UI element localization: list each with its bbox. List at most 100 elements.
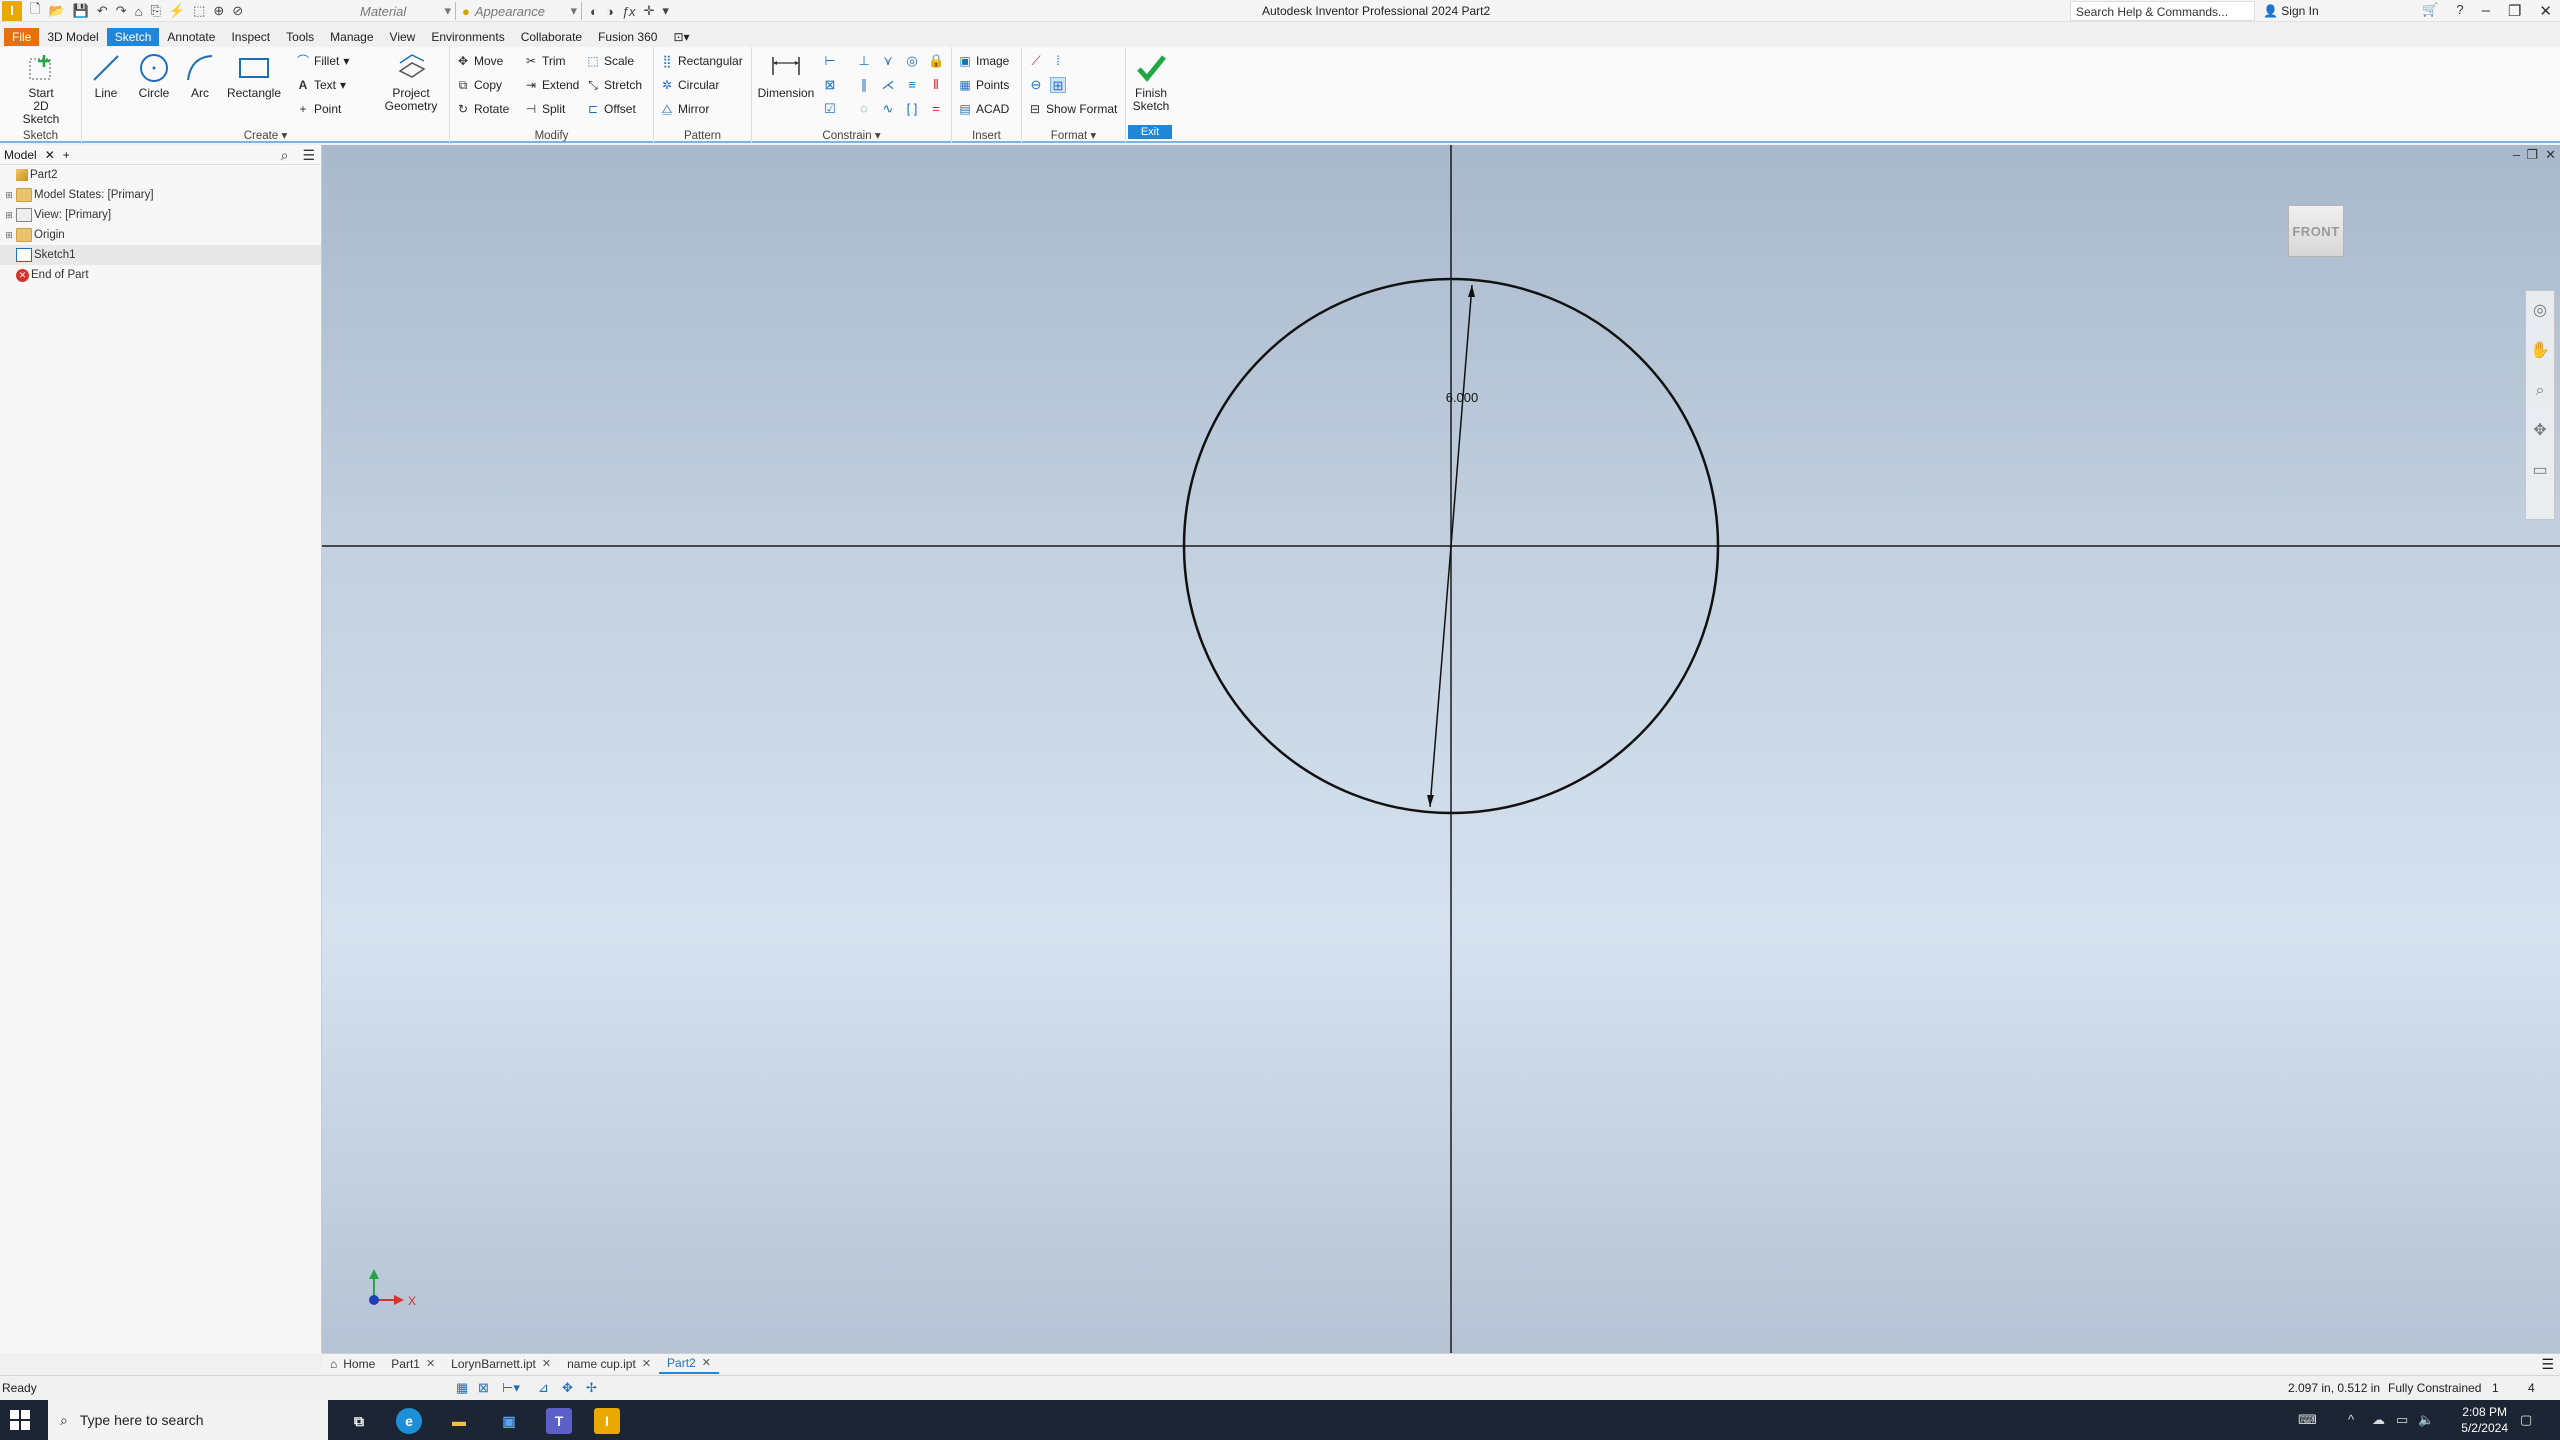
vertical-icon[interactable]: ⦀: [928, 77, 944, 93]
help-search-input[interactable]: Search Help & Commands...: [2070, 1, 2255, 21]
equal-icon[interactable]: =: [928, 101, 944, 117]
close-view-icon[interactable]: ✕: [2545, 147, 2556, 163]
tab-view[interactable]: View: [382, 28, 424, 46]
sketch-grid-icon[interactable]: ▦: [456, 1380, 468, 1396]
point-button[interactable]: + Point: [296, 100, 341, 118]
inventor-logo[interactable]: I: [2, 1, 22, 21]
dimension-button[interactable]: Dimension: [756, 51, 816, 100]
windows-start-icon[interactable]: [8, 1408, 32, 1432]
select-icon[interactable]: ⬚: [193, 3, 205, 19]
driven-dimension-icon[interactable]: ⊞: [1050, 77, 1066, 93]
expand-icon[interactable]: ⊞: [4, 230, 14, 241]
stretch-button[interactable]: ⤡ Stretch: [586, 76, 642, 94]
graphics-window[interactable]: 6.000 X – ❐ ✕ FRONT ◎ ✋ ⌕ ✥ ▭: [322, 145, 2560, 1353]
save-icon[interactable]: 💾: [73, 3, 89, 19]
viewcube[interactable]: FRONT: [2288, 205, 2344, 257]
adjust-icon[interactable]: ◑: [606, 4, 614, 19]
symmetric-icon[interactable]: [ ]: [904, 101, 920, 117]
concentric-icon[interactable]: ◎: [904, 53, 920, 69]
circular-pattern-button[interactable]: ✲ Circular: [660, 76, 719, 94]
doc-tab-lorynbarnett[interactable]: LorynBarnett.ipt ✕: [443, 1354, 559, 1374]
tab-manage[interactable]: Manage: [322, 28, 381, 46]
notifications-icon[interactable]: ▢: [2520, 1412, 2532, 1428]
close-icon[interactable]: ✕: [702, 1356, 711, 1369]
group-label-constrain[interactable]: Constrain ▾: [752, 129, 951, 143]
tab-annotate[interactable]: Annotate: [159, 28, 223, 46]
relax-mode-icon[interactable]: ✥: [562, 1380, 573, 1396]
close-icon[interactable]: ✕: [45, 148, 55, 162]
tab-model[interactable]: Model ✕: [0, 148, 59, 162]
zoom-icon[interactable]: ⊕: [213, 3, 224, 19]
rectangle-button[interactable]: Rectangle: [224, 51, 284, 100]
pan-icon[interactable]: ✋: [2526, 331, 2554, 371]
acad-button[interactable]: ▤ ACAD: [958, 100, 1009, 118]
collinear-icon[interactable]: ⋌: [880, 77, 896, 93]
doc-tab-part2[interactable]: Part2 ✕: [659, 1354, 719, 1374]
tab-fusion-360[interactable]: Fusion 360: [590, 28, 665, 46]
restore-button[interactable]: ❐: [2508, 2, 2521, 20]
inventor-taskbar-icon[interactable]: I: [594, 1408, 620, 1434]
material-icon[interactable]: ⊘: [232, 3, 243, 19]
expand-icon[interactable]: ⊞: [4, 190, 14, 201]
centerline-icon[interactable]: ⁞: [1050, 53, 1066, 69]
measure-icon[interactable]: ✛: [643, 3, 654, 19]
clear-appearance-icon[interactable]: ◐: [590, 4, 598, 19]
close-button[interactable]: ✕: [2539, 2, 2552, 20]
new-icon[interactable]: 🗋: [30, 0, 40, 22]
text-button[interactable]: A Text ▾: [296, 76, 346, 94]
expand-icon[interactable]: ⊞: [4, 210, 14, 221]
snap-icon[interactable]: ⊠: [478, 1380, 489, 1396]
rotate-button[interactable]: ↻ Rotate: [456, 100, 509, 118]
fillet-button[interactable]: ⌒ Fillet ▾: [296, 52, 349, 70]
dimension-value[interactable]: 6.000: [1446, 390, 1479, 405]
constraint-inference-icon[interactable]: ⊿: [538, 1380, 549, 1396]
open-icon[interactable]: 📂: [48, 3, 64, 19]
smooth-icon[interactable]: ∿: [880, 101, 896, 117]
auto-dimension-icon[interactable]: ⊢: [822, 53, 838, 69]
offset-button[interactable]: ⊏ Offset: [586, 100, 636, 118]
orbit-icon[interactable]: ✥: [2526, 411, 2554, 451]
doc-tab-home[interactable]: ⌂ Home: [322, 1354, 383, 1374]
finish-sketch-button[interactable]: Finish Sketch: [1128, 51, 1174, 113]
dimension-mode-icon[interactable]: ⊢▾: [502, 1380, 520, 1396]
hamburger-menu-icon[interactable]: ☰: [2541, 1356, 2554, 1373]
doc-tab-name-cup[interactable]: name cup.ipt ✕: [559, 1354, 659, 1374]
restore-view-icon[interactable]: ❐: [2526, 147, 2538, 163]
update-icon[interactable]: ⚡: [169, 3, 185, 19]
help-icon[interactable]: ?: [2456, 2, 2463, 20]
group-label-format[interactable]: Format ▾: [1022, 129, 1125, 143]
tab-file[interactable]: File: [4, 28, 40, 46]
close-icon[interactable]: ✕: [542, 1357, 551, 1370]
chevron-up-icon[interactable]: ^: [2348, 1412, 2354, 1427]
tangent-icon[interactable]: ◌: [856, 101, 872, 117]
look-at-icon[interactable]: ▭: [2526, 451, 2554, 491]
tab-inspect[interactable]: Inspect: [223, 28, 278, 46]
ribbon-options-icon[interactable]: ⊡▾: [665, 28, 697, 46]
parallel-icon[interactable]: ∥: [856, 77, 872, 93]
mirror-button[interactable]: ⧋ Mirror: [660, 100, 710, 118]
edge-icon[interactable]: e: [396, 1408, 422, 1434]
volume-icon[interactable]: 🔈: [2418, 1412, 2434, 1428]
return-icon[interactable]: ⎘: [151, 3, 161, 19]
file-explorer-icon[interactable]: ▬: [446, 1408, 472, 1434]
show-constraints-icon[interactable]: ⊠: [822, 77, 838, 93]
store-icon[interactable]: ▣: [496, 1408, 522, 1434]
minimize-button[interactable]: –: [2482, 2, 2490, 20]
taskbar-search-input[interactable]: ⌕ Type here to search: [48, 1400, 328, 1440]
undo-icon[interactable]: ↶: [97, 3, 108, 19]
home-icon[interactable]: ⌂: [135, 4, 143, 19]
appearance-select[interactable]: ● Appearance ▾: [462, 2, 582, 20]
degrees-of-freedom-icon[interactable]: ✢: [586, 1380, 597, 1396]
points-button[interactable]: ▦ Points: [958, 76, 1009, 94]
taskbar-clock[interactable]: 2:08 PM 5/2/2024: [2461, 1404, 2508, 1436]
tab-3d-model[interactable]: 3D Model: [39, 28, 106, 46]
tree-item-origin[interactable]: ⊞ Origin: [0, 225, 321, 245]
image-button[interactable]: ▣ Image: [958, 52, 1009, 70]
search-icon[interactable]: ⌕: [281, 147, 289, 164]
keyboard-icon[interactable]: ⌨: [2298, 1412, 2317, 1428]
tab-sketch[interactable]: Sketch: [106, 28, 160, 46]
teams-icon[interactable]: T: [546, 1408, 572, 1434]
material-select[interactable]: Material ▾: [360, 2, 456, 20]
close-icon[interactable]: ✕: [426, 1357, 435, 1370]
perpendicular-icon[interactable]: ⊥: [856, 53, 872, 69]
